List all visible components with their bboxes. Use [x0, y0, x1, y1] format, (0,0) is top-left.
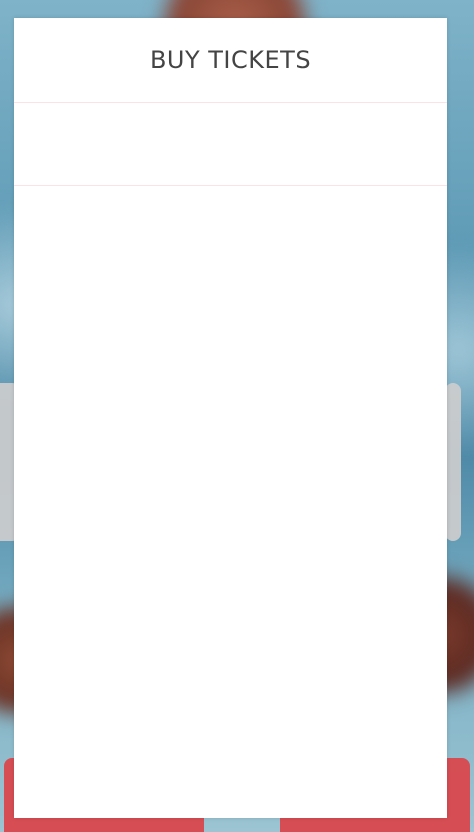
dialog-body [14, 186, 447, 818]
dialog-subheader [14, 103, 447, 186]
app-screen: BUY TICKETS [0, 0, 474, 832]
next-arrow-button[interactable] [445, 383, 461, 541]
dialog-title: BUY TICKETS [149, 46, 312, 74]
buy-tickets-dialog: BUY TICKETS [14, 18, 447, 818]
dialog-header: BUY TICKETS [14, 18, 447, 103]
